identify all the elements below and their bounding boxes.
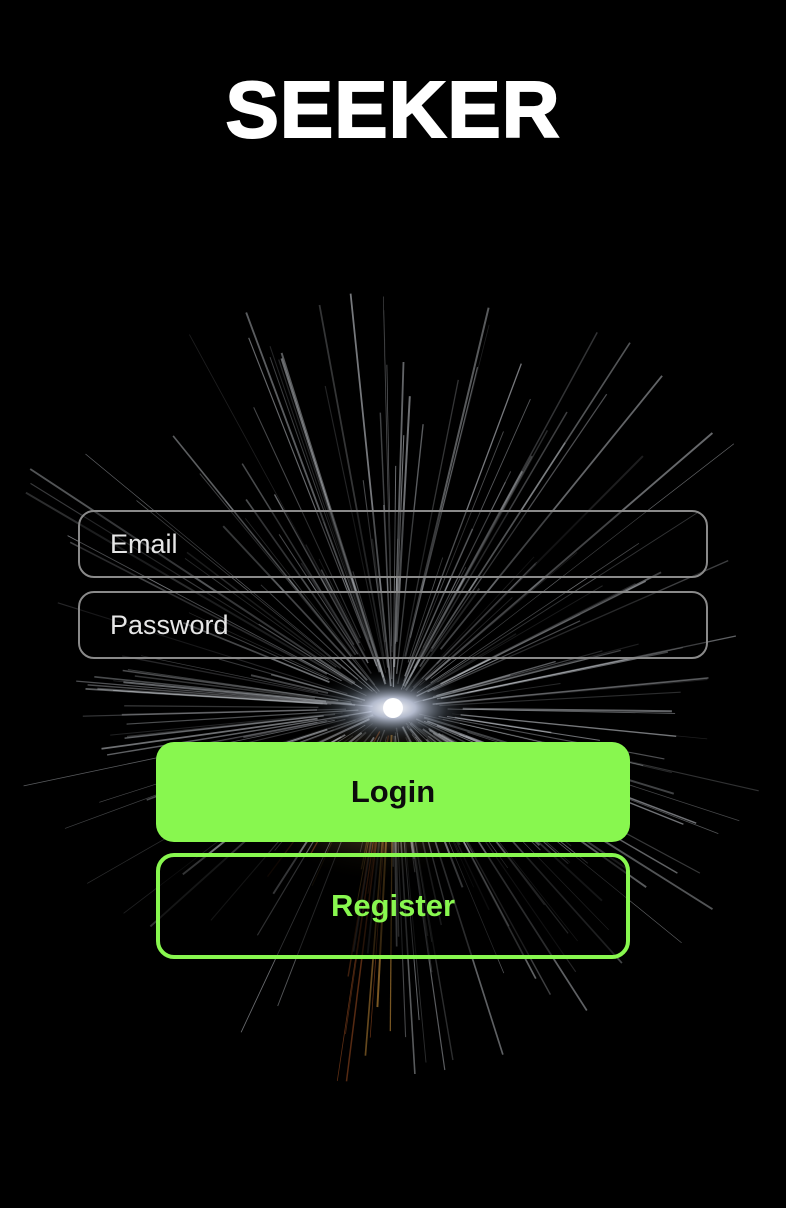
- login-screen: SEEKER Login Register: [0, 0, 786, 1208]
- password-input[interactable]: [110, 593, 706, 657]
- burst-ray: [460, 714, 677, 737]
- password-field[interactable]: [78, 591, 708, 659]
- app-title: SEEKER: [225, 64, 561, 155]
- register-button-label: Register: [330, 888, 456, 923]
- burst-ray: [124, 705, 319, 709]
- register-button[interactable]: Register: [156, 853, 630, 959]
- login-button[interactable]: Login: [156, 742, 630, 842]
- email-field[interactable]: [78, 510, 708, 578]
- login-button-label: Login: [350, 774, 436, 809]
- email-input[interactable]: [110, 512, 706, 576]
